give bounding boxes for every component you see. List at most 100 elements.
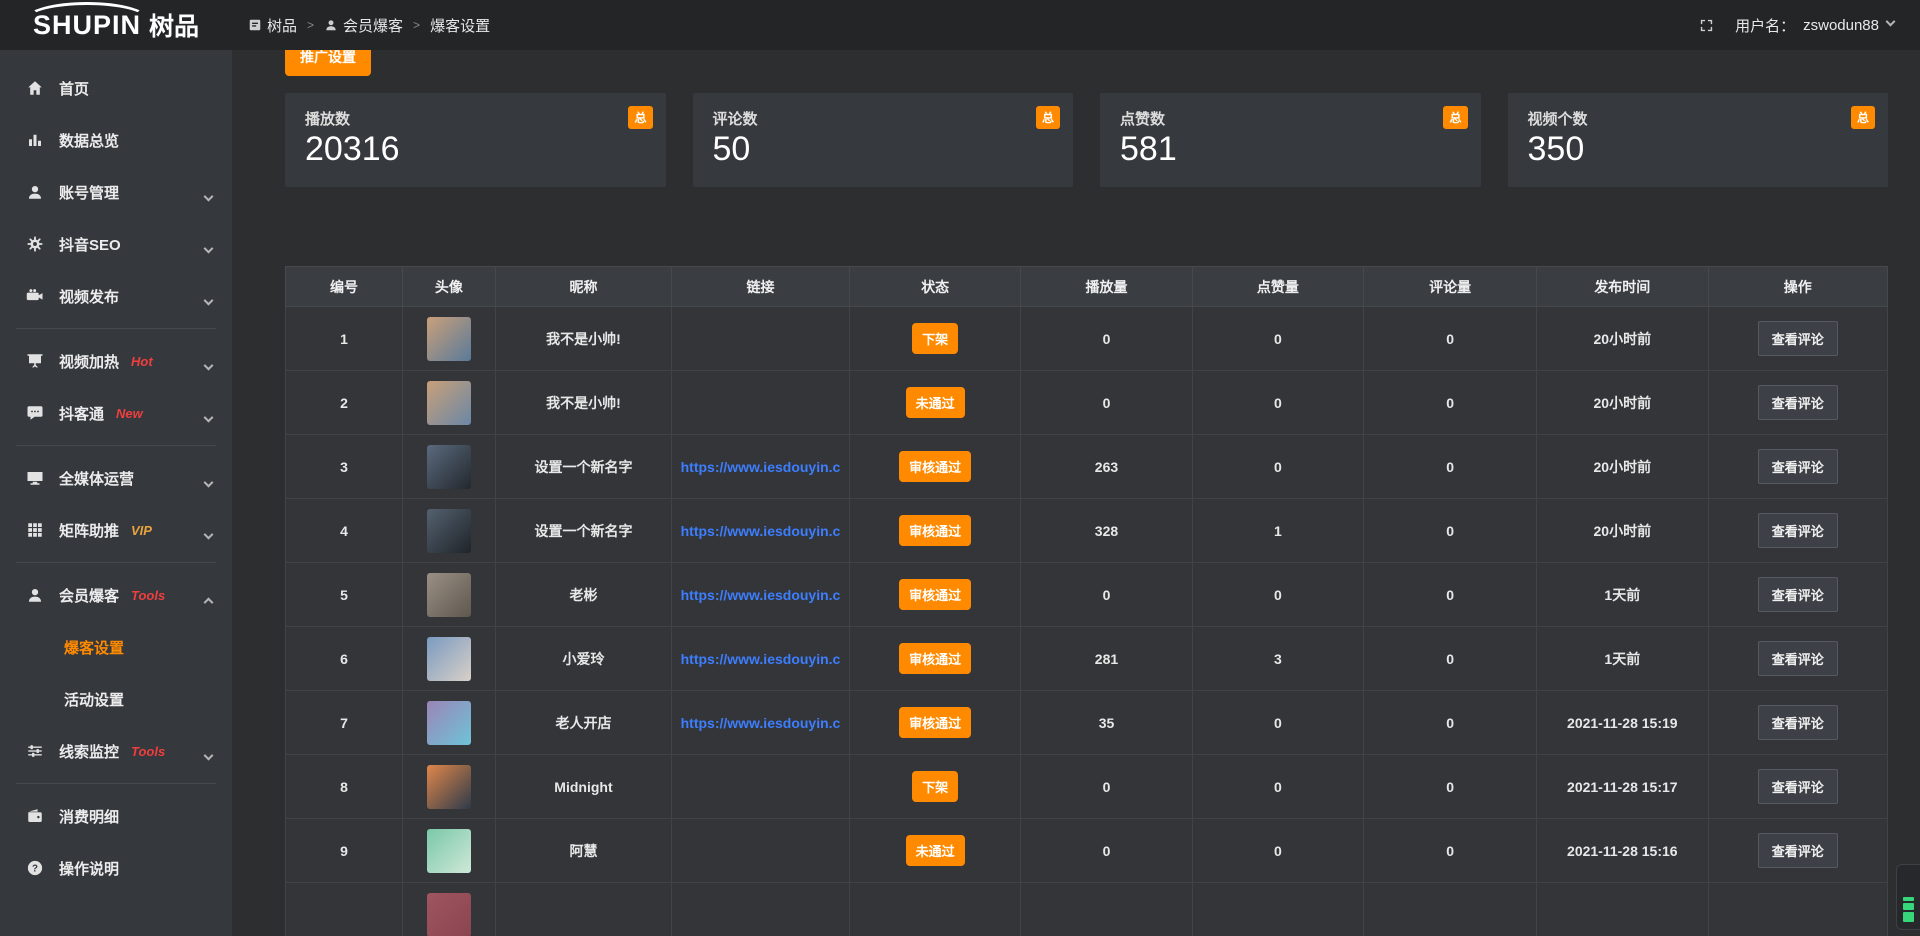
sidebar-item-label: 消费明细: [59, 806, 119, 827]
table-row: [286, 883, 1888, 936]
comment-count: 0: [1364, 563, 1537, 627]
row-number: 4: [286, 499, 403, 563]
avatar: [427, 701, 471, 745]
avatar-cell: [402, 307, 495, 371]
play-count: 0: [1021, 819, 1192, 883]
profile-link[interactable]: https://www.iesdouyin.c: [681, 523, 841, 539]
like-count: 0: [1192, 371, 1363, 435]
avatar-cell: [402, 755, 495, 819]
chevron-up-icon: [205, 595, 212, 612]
avatar: [427, 381, 471, 425]
profile-link[interactable]: https://www.iesdouyin.c: [681, 715, 841, 731]
sidebar-item-badge: Tools: [131, 588, 165, 603]
view-comments-button[interactable]: 查看评论: [1758, 705, 1838, 740]
link-cell: https://www.iesdouyin.c: [672, 563, 850, 627]
play-count: 35: [1021, 691, 1192, 755]
view-comments-button[interactable]: 查看评论: [1758, 833, 1838, 868]
stat-total-badge: 总: [628, 106, 652, 129]
profile-link[interactable]: https://www.iesdouyin.c: [681, 651, 841, 667]
sidebar-item-douketong[interactable]: 抖客通New: [0, 387, 232, 439]
nickname: 老人开店: [495, 691, 671, 755]
sidebar-item-all-media-operation[interactable]: 全媒体运营: [0, 452, 232, 504]
sidebar-item-home[interactable]: 首页: [0, 62, 232, 114]
chevron-down-icon: [1887, 17, 1894, 34]
view-comments-button[interactable]: 查看评论: [1758, 321, 1838, 356]
view-comments-button[interactable]: 查看评论: [1758, 449, 1838, 484]
like-count: 0: [1192, 307, 1363, 371]
play-count: 0: [1021, 307, 1192, 371]
action-cell: [1708, 883, 1887, 936]
avatar: [427, 317, 471, 361]
profile-link[interactable]: https://www.iesdouyin.c: [681, 587, 841, 603]
fullscreen-icon[interactable]: [1698, 17, 1715, 34]
board-icon: [26, 352, 44, 370]
view-comments-button[interactable]: 查看评论: [1758, 385, 1838, 420]
nickname: [495, 883, 671, 936]
nickname: 设置一个新名字: [495, 499, 671, 563]
table-row: 9阿慧未通过0002021-11-28 15:16查看评论: [286, 819, 1888, 883]
profile-link[interactable]: https://www.iesdouyin.c: [681, 459, 841, 475]
avatar: [427, 573, 471, 617]
stat-label: 点赞数: [1120, 108, 1461, 129]
view-comments-button[interactable]: 查看评论: [1758, 513, 1838, 548]
sliders-icon: [26, 742, 44, 760]
stat-label: 播放数: [305, 108, 646, 129]
avatar-cell: [402, 435, 495, 499]
sidebar-item-label: 账号管理: [59, 182, 119, 203]
sidebar-subitem-baoke-settings[interactable]: 爆客设置: [0, 621, 232, 673]
table-row: 1我不是小帅!下架00020小时前查看评论: [286, 307, 1888, 371]
column-header: 头像: [402, 267, 495, 307]
stat-value: 350: [1528, 130, 1869, 169]
sidebar-item-operation-guide[interactable]: ?操作说明: [0, 842, 232, 894]
camera-icon: [26, 287, 44, 305]
status-cell: [849, 883, 1020, 936]
stat-card-likes: 点赞数581总: [1100, 93, 1481, 187]
like-count: 0: [1192, 819, 1363, 883]
chevron-down-icon: [205, 361, 212, 378]
view-comments-button[interactable]: 查看评论: [1758, 641, 1838, 676]
nickname: 设置一个新名字: [495, 435, 671, 499]
status-badge: 审核通过: [899, 579, 971, 610]
sidebar-item-consumption-details[interactable]: 消费明细: [0, 790, 232, 842]
logo-text-cn: 树品: [149, 7, 199, 43]
like-count: 3: [1192, 627, 1363, 691]
sidebar-divider: [16, 445, 216, 446]
sidebar-item-video-publish[interactable]: 视频发布: [0, 270, 232, 322]
table-row: 7老人开店https://www.iesdouyin.c审核通过35002021…: [286, 691, 1888, 755]
breadcrumb-item[interactable]: 树品: [248, 15, 297, 36]
status-badge: 未通过: [906, 387, 965, 418]
main-content: 推广设置 播放数20316总评论数50总点赞数581总视频个数350总 编号头像…: [232, 0, 1920, 936]
home-icon: [26, 79, 44, 97]
publish-time: 2021-11-28 15:19: [1537, 691, 1708, 755]
stat-label: 评论数: [713, 108, 1054, 129]
link-cell: [672, 883, 850, 936]
sidebar-item-data-overview[interactable]: 数据总览: [0, 114, 232, 166]
status-cell: 审核通过: [849, 627, 1020, 691]
table-row: 6小爱玲https://www.iesdouyin.c审核通过281301天前查…: [286, 627, 1888, 691]
user-menu[interactable]: 用户名：zswodun88: [1735, 15, 1894, 36]
link-cell: https://www.iesdouyin.c: [672, 627, 850, 691]
sidebar-item-video-heating[interactable]: 视频加热Hot: [0, 335, 232, 387]
support-widget[interactable]: [1896, 864, 1920, 930]
view-comments-button[interactable]: 查看评论: [1758, 577, 1838, 612]
topbar-right: 用户名：zswodun88: [1698, 15, 1894, 36]
status-cell: 审核通过: [849, 691, 1020, 755]
link-cell: [672, 755, 850, 819]
sidebar-item-matrix-boost[interactable]: 矩阵助推VIP: [0, 504, 232, 556]
sidebar-item-douyin-seo[interactable]: 抖音SEO: [0, 218, 232, 270]
link-cell: [672, 819, 850, 883]
breadcrumb-label: 树品: [267, 15, 297, 36]
sidebar-item-account-management[interactable]: 账号管理: [0, 166, 232, 218]
like-count: 1: [1192, 499, 1363, 563]
view-comments-button[interactable]: 查看评论: [1758, 769, 1838, 804]
sidebar-item-clue-monitor[interactable]: 线索监控Tools: [0, 725, 232, 777]
avatar: [427, 829, 471, 873]
avatar-cell: [402, 371, 495, 435]
sidebar-subitem-activity-settings[interactable]: 活动设置: [0, 673, 232, 725]
stat-total-badge: 总: [1036, 106, 1060, 129]
sidebar-item-member-baoke[interactable]: 会员爆客Tools: [0, 569, 232, 621]
breadcrumb-item[interactable]: 会员爆客: [324, 15, 403, 36]
sidebar-item-label: 抖音SEO: [59, 234, 121, 255]
doc-icon: [248, 18, 262, 32]
app-logo[interactable]: SHUPIN 树品: [0, 0, 232, 50]
